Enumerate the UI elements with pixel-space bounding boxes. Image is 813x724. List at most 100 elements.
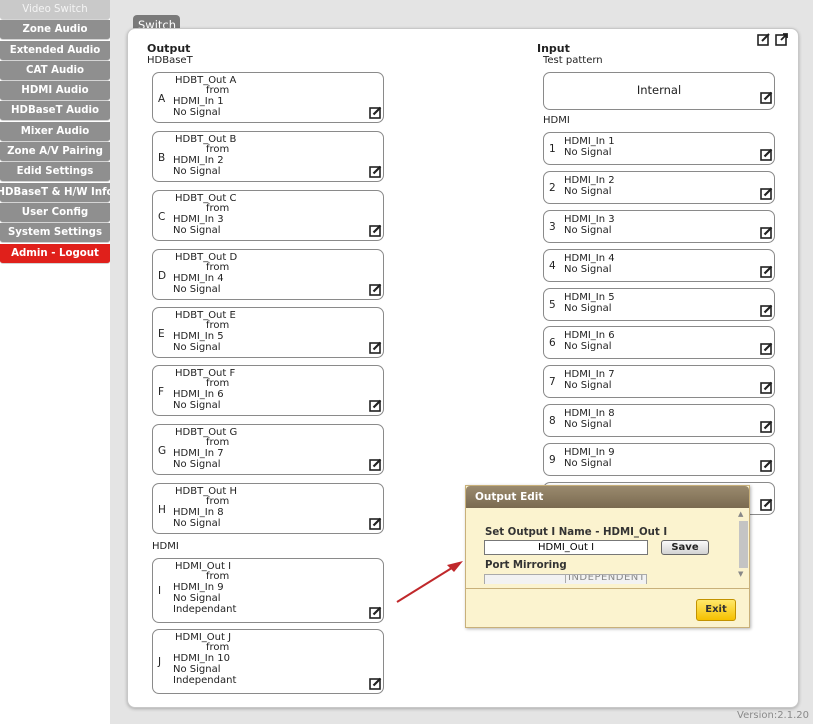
- exit-button[interactable]: Exit: [696, 599, 736, 621]
- output-source: HDMI_In 5: [173, 331, 224, 342]
- dialog-scrollbar[interactable]: ▲ ▼: [737, 510, 749, 588]
- input-card[interactable]: 9 HDMI_In 9 No Signal: [543, 443, 775, 476]
- output-mode: Independant: [173, 675, 237, 686]
- sidebar-item[interactable]: Video Switch: [0, 0, 110, 20]
- output-from: from: [206, 642, 230, 653]
- output-card[interactable]: D HDBT_Out Dfrom HDMI_In 4 No Signal: [152, 249, 384, 300]
- output-source: HDMI_In 4: [173, 273, 224, 284]
- port-mirroring-value: INDEPENDENT: [565, 575, 645, 583]
- sidebar-item[interactable]: Mixer Audio: [0, 121, 110, 142]
- output-signal: No Signal: [173, 518, 221, 529]
- edit-icon[interactable]: [760, 91, 773, 104]
- input-number: 6: [549, 337, 556, 349]
- edit-icon[interactable]: [369, 165, 382, 178]
- edit-icon[interactable]: [369, 341, 382, 354]
- input-name: HDMI_In 1: [564, 136, 615, 147]
- input-number: 1: [549, 143, 556, 155]
- output-card[interactable]: G HDBT_Out Gfrom HDMI_In 7 No Signal: [152, 424, 384, 475]
- output-from: from: [206, 437, 230, 448]
- output-mode: Independant: [173, 604, 237, 615]
- edit-icon[interactable]: [760, 342, 773, 355]
- edit-icon[interactable]: [369, 677, 382, 690]
- scroll-down-icon[interactable]: ▼: [738, 570, 743, 578]
- output-signal: No Signal: [173, 284, 221, 295]
- edit-icon[interactable]: [760, 304, 773, 317]
- output-from: from: [206, 262, 230, 273]
- output-card[interactable]: A HDBT_Out Afrom HDMI_In 1 No Signal: [152, 72, 384, 123]
- input-name: HDMI_In 3: [564, 214, 615, 225]
- sidebar-item[interactable]: Extended Audio: [0, 40, 110, 61]
- input-card[interactable]: 7 HDMI_In 7 No Signal: [543, 365, 775, 398]
- input-signal: No Signal: [564, 419, 612, 430]
- output-card[interactable]: F HDBT_Out Ffrom HDMI_In 6 No Signal: [152, 365, 384, 416]
- edit-icon[interactable]: [760, 226, 773, 239]
- dialog-title: Output Edit: [466, 486, 749, 508]
- sidebar-item[interactable]: Zone A/V Pairing: [0, 142, 110, 163]
- hdmi-output-section-label: HDMI: [152, 541, 179, 552]
- input-signal: No Signal: [564, 380, 612, 391]
- input-card[interactable]: 4 HDMI_In 4 No Signal: [543, 249, 775, 282]
- popout-icon[interactable]: [775, 32, 789, 46]
- input-card[interactable]: 2 HDMI_In 2 No Signal: [543, 171, 775, 204]
- output-letter: F: [158, 386, 165, 398]
- sidebar-item[interactable]: HDBaseT Audio: [0, 101, 110, 122]
- output-signal: No Signal: [173, 225, 221, 236]
- input-number: 8: [549, 415, 556, 427]
- scroll-thumb[interactable]: [739, 521, 748, 568]
- output-card[interactable]: I HDMI_Out Ifrom HDMI_In 9 No Signal Indepen…: [152, 558, 384, 623]
- output-letter: J: [158, 656, 162, 668]
- edit-icon[interactable]: [760, 498, 773, 511]
- input-name: HDMI_In 6: [564, 330, 615, 341]
- input-card[interactable]: 1 HDMI_In 1 No Signal: [543, 132, 775, 165]
- scroll-up-icon[interactable]: ▲: [738, 510, 743, 518]
- input-card[interactable]: 6 HDMI_In 6 No Signal: [543, 326, 775, 359]
- save-button[interactable]: Save: [661, 540, 709, 555]
- edit-icon[interactable]: [760, 420, 773, 433]
- input-name: HDMI_In 9: [564, 447, 615, 458]
- output-source: HDMI_In 7: [173, 448, 224, 459]
- output-edit-dialog: Output Edit ▲ ▼ Set Output I Name - HDMI…: [465, 485, 750, 628]
- edit-icon[interactable]: [369, 106, 382, 119]
- output-source: HDMI_In 10: [173, 653, 230, 664]
- sidebar-item[interactable]: HDBaseT & H/W Info: [0, 182, 114, 203]
- input-card[interactable]: 8 HDMI_In 8 No Signal: [543, 404, 775, 437]
- edit-icon[interactable]: [369, 283, 382, 296]
- edit-icon[interactable]: [369, 458, 382, 471]
- sidebar-item[interactable]: System Settings: [0, 223, 110, 244]
- output-letter: B: [158, 152, 166, 164]
- sidebar-item[interactable]: Edid Settings: [0, 162, 110, 183]
- edit-all-icon[interactable]: [757, 32, 771, 46]
- output-card[interactable]: H HDBT_Out Hfrom HDMI_In 8 No Signal: [152, 483, 384, 534]
- port-mirroring-select[interactable]: INDEPENDENT: [484, 574, 647, 584]
- internal-pattern-card[interactable]: Internal: [543, 72, 775, 110]
- input-number: 5: [549, 299, 556, 311]
- edit-icon[interactable]: [760, 148, 773, 161]
- output-card[interactable]: B HDBT_Out Bfrom HDMI_In 2 No Signal: [152, 131, 384, 182]
- output-letter: E: [158, 328, 165, 340]
- dialog-divider: [466, 588, 749, 589]
- output-from: from: [206, 320, 230, 331]
- sidebar-item[interactable]: CAT Audio: [0, 60, 110, 81]
- edit-icon[interactable]: [760, 459, 773, 472]
- input-card[interactable]: 5 HDMI_In 5 No Signal: [543, 288, 775, 321]
- output-card[interactable]: C HDBT_Out Cfrom HDMI_In 3 No Signal: [152, 190, 384, 241]
- sidebar-item[interactable]: User Config: [0, 202, 110, 223]
- edit-icon[interactable]: [760, 265, 773, 278]
- edit-icon[interactable]: [760, 187, 773, 200]
- output-name-input[interactable]: [484, 540, 648, 555]
- output-card[interactable]: E HDBT_Out Efrom HDMI_In 5 No Signal: [152, 307, 384, 358]
- output-source: HDMI_In 3: [173, 214, 224, 225]
- input-name: HDMI_In 8: [564, 408, 615, 419]
- sidebar-item[interactable]: Zone Audio: [0, 20, 110, 41]
- input-column-title: Input: [537, 42, 570, 55]
- output-from: from: [206, 571, 230, 582]
- edit-icon[interactable]: [760, 381, 773, 394]
- edit-icon[interactable]: [369, 517, 382, 530]
- edit-icon[interactable]: [369, 224, 382, 237]
- edit-icon[interactable]: [369, 606, 382, 619]
- sidebar-item[interactable]: HDMI Audio: [0, 81, 110, 102]
- sidebar-item[interactable]: Admin - Logout: [0, 243, 110, 264]
- edit-icon[interactable]: [369, 399, 382, 412]
- output-card[interactable]: J HDMI_Out Jfrom HDMI_In 10 No Signal Indepe…: [152, 629, 384, 694]
- input-card[interactable]: 3 HDMI_In 3 No Signal: [543, 210, 775, 243]
